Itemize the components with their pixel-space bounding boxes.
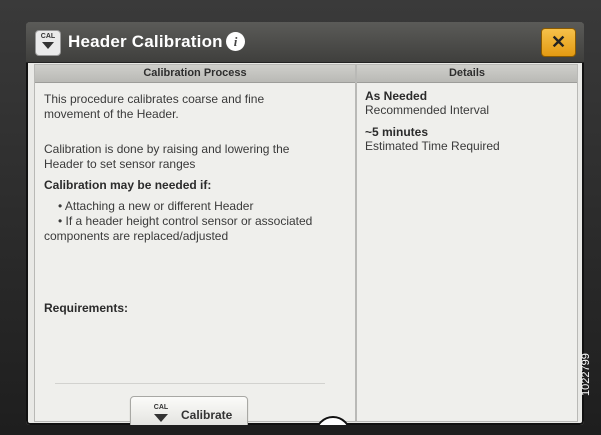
bullet-item-continuation: components are replaced/adjusted [44,229,229,243]
figure-id: 1022799 [580,353,592,396]
requirements-heading: Requirements: [44,301,129,315]
close-button[interactable]: ✕ [541,28,576,57]
interval-label: Recommended Interval [365,103,490,117]
callout-label-a: A [315,416,351,425]
calibrate-icon: CAL [151,404,171,425]
calibrate-button[interactable]: CAL Calibrate [130,396,248,425]
may-need-heading: Calibration may be needed if: [44,178,212,192]
title-bar: CAL Header Calibration i ✕ [26,22,584,63]
calibration-process-panel: Calibration Process This procedure calib… [34,64,356,425]
interval-value: As Needed [365,89,428,103]
calibrate-icon-text: CAL [153,404,169,411]
process-line-2: Header to set sensor ranges [44,157,196,171]
bullet-item: • Attaching a new or different Header [58,199,254,213]
display-screen: CAL Header Calibration i ✕ Calibration P… [26,22,584,425]
details-panel: Details As Needed Recommended Interval ~… [356,64,578,422]
time-label: Estimated Time Required [365,139,500,153]
calibration-icon: CAL [35,30,61,56]
down-arrow-icon [154,414,168,422]
bullet-item: • If a header height control sensor or a… [58,214,313,228]
divider [55,383,325,384]
time-value: ~5 minutes [365,125,429,139]
details-header: Details [357,65,577,83]
calibrate-button-label: Calibrate [181,408,233,422]
intro-line-1: This procedure calibrates coarse and fin… [44,92,265,106]
calibration-icon-text: CAL [40,33,56,40]
down-arrow-icon [42,42,54,49]
page-title: Header Calibration [68,32,223,51]
process-line-1: Calibration is done by raising and lower… [44,142,290,156]
info-icon[interactable]: i [226,32,245,51]
calibration-process-header: Calibration Process [35,65,355,83]
intro-line-2: movement of the Header. [44,107,179,121]
